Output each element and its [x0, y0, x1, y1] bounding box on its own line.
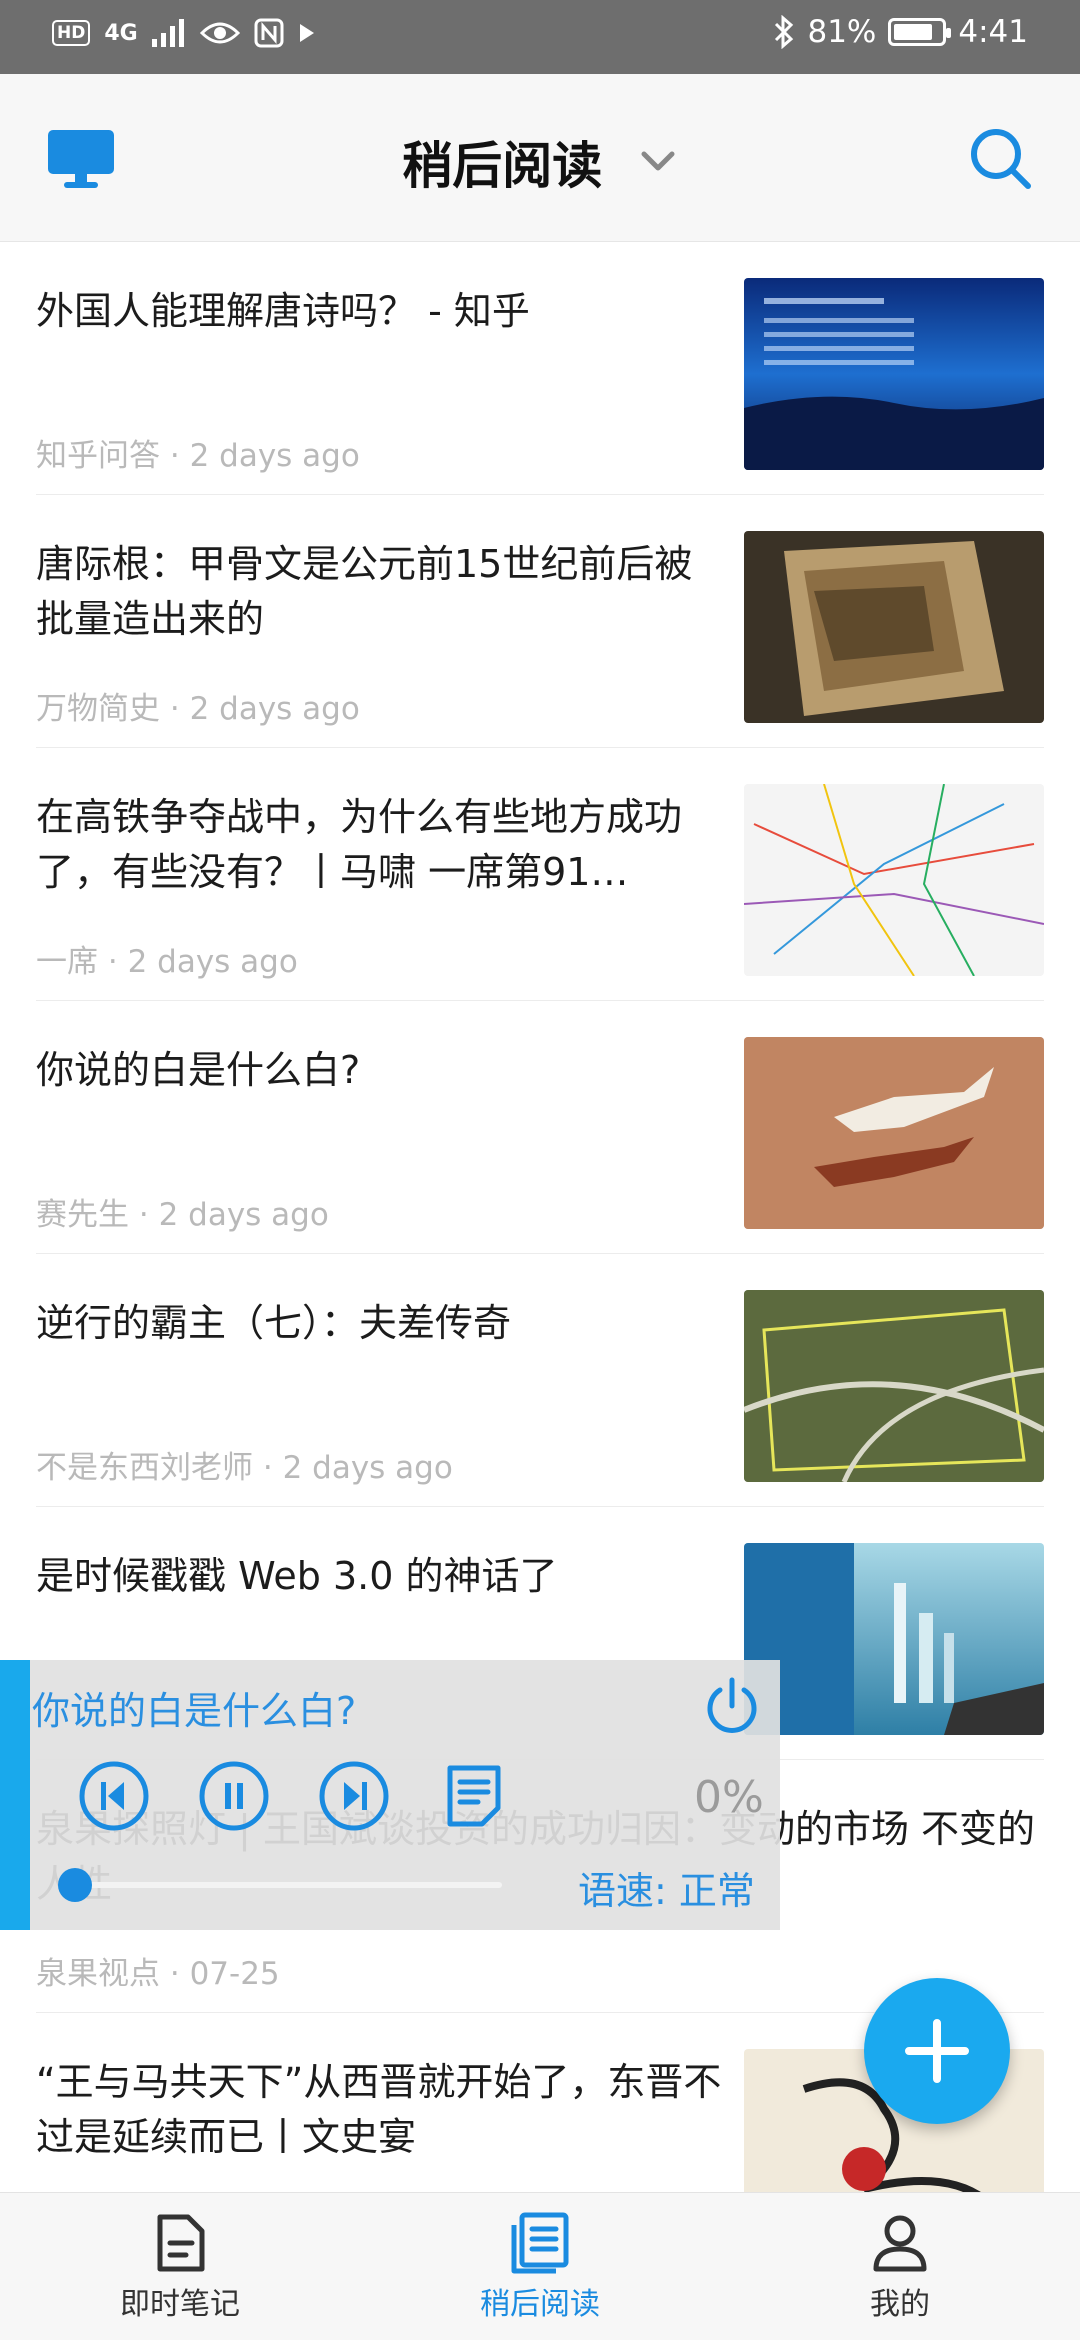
progress-track[interactable] — [62, 1882, 502, 1888]
tab-instant-notes[interactable]: 即时笔记 — [0, 2193, 360, 2340]
page-title-dropdown[interactable]: 稍后阅读 — [0, 126, 1080, 198]
article-thumbnail — [744, 784, 1044, 976]
nav-label: 即时笔记 — [120, 2287, 240, 2322]
meta-separator: · — [138, 1197, 149, 1233]
speed-button[interactable]: 语速: 正常 — [578, 1860, 755, 1915]
article-time: 2 days ago — [189, 438, 360, 474]
nfc-icon — [254, 18, 284, 48]
article-time: 2 days ago — [282, 1450, 453, 1486]
article-source: 泉果视点 — [36, 1956, 160, 1992]
list-item[interactable]: 唐际根：甲骨文是公元前15世纪前后被批量造出来的 万物简史 · 2 days a… — [36, 495, 1044, 748]
nav-label: 稍后阅读 — [480, 2287, 600, 2322]
search-icon[interactable] — [968, 126, 1034, 192]
bottom-nav: 即时笔记 稍后阅读 我的 — [0, 2192, 1080, 2340]
meta-separator: · — [262, 1450, 273, 1486]
article-title: 唐际根：甲骨文是公元前15世纪前后被批量造出来的 — [36, 542, 693, 641]
meta-separator: · — [169, 691, 180, 727]
article-text-icon[interactable] — [438, 1760, 510, 1832]
plus-icon — [905, 2019, 969, 2083]
signal-icon — [151, 19, 184, 47]
battery-percent: 81% — [807, 14, 877, 50]
meta-separator: · — [107, 944, 118, 980]
article-source: 不是东西刘老师 — [36, 1450, 253, 1486]
article-meta: 知乎问答 · 2 days ago — [36, 430, 360, 475]
article-title: 是时候戳戳 Web 3.0 的神话了 — [36, 1554, 558, 1598]
battery-fill — [894, 24, 932, 40]
tts-player: 你说的白是什么白? 0% 语速: 正常 — [0, 1660, 780, 1930]
power-icon[interactable] — [700, 1674, 764, 1738]
status-bar: HD 4G 81% 4:41 — [0, 0, 1080, 74]
network-label: 4G — [104, 20, 138, 46]
article-time: 2 days ago — [189, 691, 360, 727]
meta-separator: · — [169, 1956, 180, 1992]
nav-label: 我的 — [870, 2287, 930, 2322]
article-title: 逆行的霸主（七）：夫差传奇 — [36, 1301, 512, 1345]
next-icon[interactable] — [318, 1760, 390, 1832]
list-item[interactable]: 在高铁争夺战中，为什么有些地方成功了，有些没有？丨马啸 一席第91… 一席 · … — [36, 748, 1044, 1001]
play-icon — [299, 24, 314, 42]
article-time: 07-25 — [189, 1956, 280, 1992]
article-thumbnail — [744, 278, 1044, 470]
pause-icon[interactable] — [198, 1760, 270, 1832]
article-thumbnail — [744, 1290, 1044, 1482]
article-title: 外国人能理解唐诗吗？ - 知乎 — [36, 289, 530, 333]
article-meta: 不是东西刘老师 · 2 days ago — [36, 1442, 453, 1487]
clock: 4:41 — [958, 14, 1028, 50]
article-title: “王与马共天下”从西晋就开始了，东晋不过是延续而已丨文史宴 — [36, 2060, 722, 2159]
article-source: 一席 — [36, 944, 98, 980]
article-list: 外国人能理解唐诗吗？ - 知乎 知乎问答 · 2 days ago 唐际根：甲骨… — [0, 242, 1080, 2266]
list-item[interactable]: 逆行的霸主（七）：夫差传奇 不是东西刘老师 · 2 days ago — [36, 1254, 1044, 1507]
article-thumbnail — [744, 1037, 1044, 1229]
hd-badge: HD — [52, 20, 91, 46]
reading-list-icon — [511, 2212, 569, 2274]
article-title: 在高铁争夺战中，为什么有些地方成功了，有些没有？丨马啸 一席第91… — [36, 795, 683, 894]
article-meta: 赛先生 · 2 days ago — [36, 1189, 329, 1234]
article-thumbnail — [744, 1543, 1044, 1735]
article-thumbnail — [744, 531, 1044, 723]
add-button[interactable] — [864, 1978, 1010, 2124]
article-meta: 一席 · 2 days ago — [36, 936, 298, 981]
player-controls — [78, 1760, 510, 1832]
bluetooth-icon — [775, 15, 794, 49]
article-time: 2 days ago — [127, 944, 298, 980]
player-accent-bar — [0, 1660, 30, 1930]
page-title: 稍后阅读 — [402, 137, 603, 195]
chevron-down-icon — [641, 151, 675, 171]
tab-read-later[interactable]: 稍后阅读 — [360, 2193, 720, 2340]
tab-profile[interactable]: 我的 — [720, 2193, 1080, 2340]
list-item[interactable]: 外国人能理解唐诗吗？ - 知乎 知乎问答 · 2 days ago — [36, 242, 1044, 495]
list-item[interactable]: 你说的白是什么白? 赛先生 · 2 days ago — [36, 1001, 1044, 1254]
article-title: 你说的白是什么白? — [36, 1048, 361, 1092]
progress-knob[interactable] — [58, 1868, 92, 1902]
article-source: 知乎问答 — [36, 438, 160, 474]
article-meta: 万物简史 · 2 days ago — [36, 683, 360, 728]
article-time: 2 days ago — [158, 1197, 329, 1233]
app-header: 稍后阅读 — [0, 74, 1080, 242]
article-source: 赛先生 — [36, 1197, 129, 1233]
article-meta: 泉果视点 · 07-25 — [36, 1948, 280, 1993]
profile-icon — [873, 2215, 927, 2272]
previous-icon[interactable] — [78, 1760, 150, 1832]
article-source: 万物简史 — [36, 691, 160, 727]
player-title: 你说的白是什么白? — [32, 1689, 357, 1733]
meta-separator: · — [169, 438, 180, 474]
progress-percent: 0% — [694, 1772, 764, 1823]
battery-icon — [888, 18, 952, 46]
eye-icon — [199, 22, 240, 44]
note-icon — [157, 2214, 205, 2272]
